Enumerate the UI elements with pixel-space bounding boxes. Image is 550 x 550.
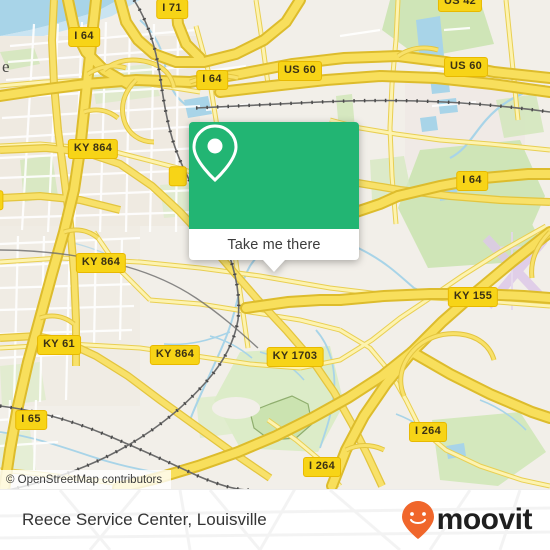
moovit-pin-icon bbox=[401, 501, 434, 539]
road-shield-i65[interactable]: I 65 bbox=[15, 410, 47, 430]
road-shield-ky155[interactable]: KY 155 bbox=[447, 287, 499, 307]
map-screenshot: e I 71 I 64 US 42 US 60 I 64 US 60 KY 86… bbox=[0, 0, 550, 550]
map-pin-icon bbox=[192, 124, 238, 183]
road-shield-i71[interactable]: I 71 bbox=[156, 0, 188, 19]
road-shield-us42[interactable]: US 42 bbox=[437, 0, 483, 12]
road-shield-us60-c[interactable]: US 60 bbox=[277, 61, 323, 81]
location-popup[interactable]: Take me there bbox=[189, 122, 359, 272]
road-shield-i264-s[interactable]: I 264 bbox=[303, 457, 341, 477]
road-shield-us60-e[interactable]: US 60 bbox=[443, 57, 489, 77]
poi-title: Reece Service Center, Louisville bbox=[22, 510, 267, 529]
map-canvas[interactable]: e I 71 I 64 US 42 US 60 I 64 US 60 KY 86… bbox=[0, 0, 550, 490]
take-me-there-button[interactable]: Take me there bbox=[189, 229, 359, 260]
popup-image-panel bbox=[189, 122, 359, 229]
moovit-brand[interactable]: moovit bbox=[401, 500, 533, 540]
road-shield-i64-n[interactable]: I 64 bbox=[196, 70, 228, 90]
road-shield-i64-nw[interactable]: I 64 bbox=[68, 27, 100, 47]
road-shield-i64-e[interactable]: I 64 bbox=[456, 171, 488, 191]
road-shield-ky864-w[interactable]: KY 864 bbox=[75, 253, 127, 273]
road-shield-occluded bbox=[168, 166, 188, 186]
road-shield-ky864-n[interactable]: KY 864 bbox=[67, 139, 119, 159]
road-shield-ky1703[interactable]: KY 1703 bbox=[266, 347, 324, 367]
road-shield-ky864-s[interactable]: KY 864 bbox=[149, 345, 201, 365]
road-shield-ky61[interactable]: KY 61 bbox=[37, 335, 81, 355]
moovit-wordmark: moovit bbox=[436, 503, 533, 536]
popup-pointer bbox=[263, 260, 285, 272]
road-shield-i264-e[interactable]: I 264 bbox=[409, 422, 447, 442]
place-label: e bbox=[2, 57, 10, 76]
bottom-info-bar: Reece Service Center, Louisville moovit bbox=[0, 489, 550, 550]
osm-attribution[interactable]: © OpenStreetMap contributors bbox=[0, 470, 172, 490]
road-shield-left-edge bbox=[0, 190, 4, 210]
take-me-there-label: Take me there bbox=[227, 236, 321, 253]
